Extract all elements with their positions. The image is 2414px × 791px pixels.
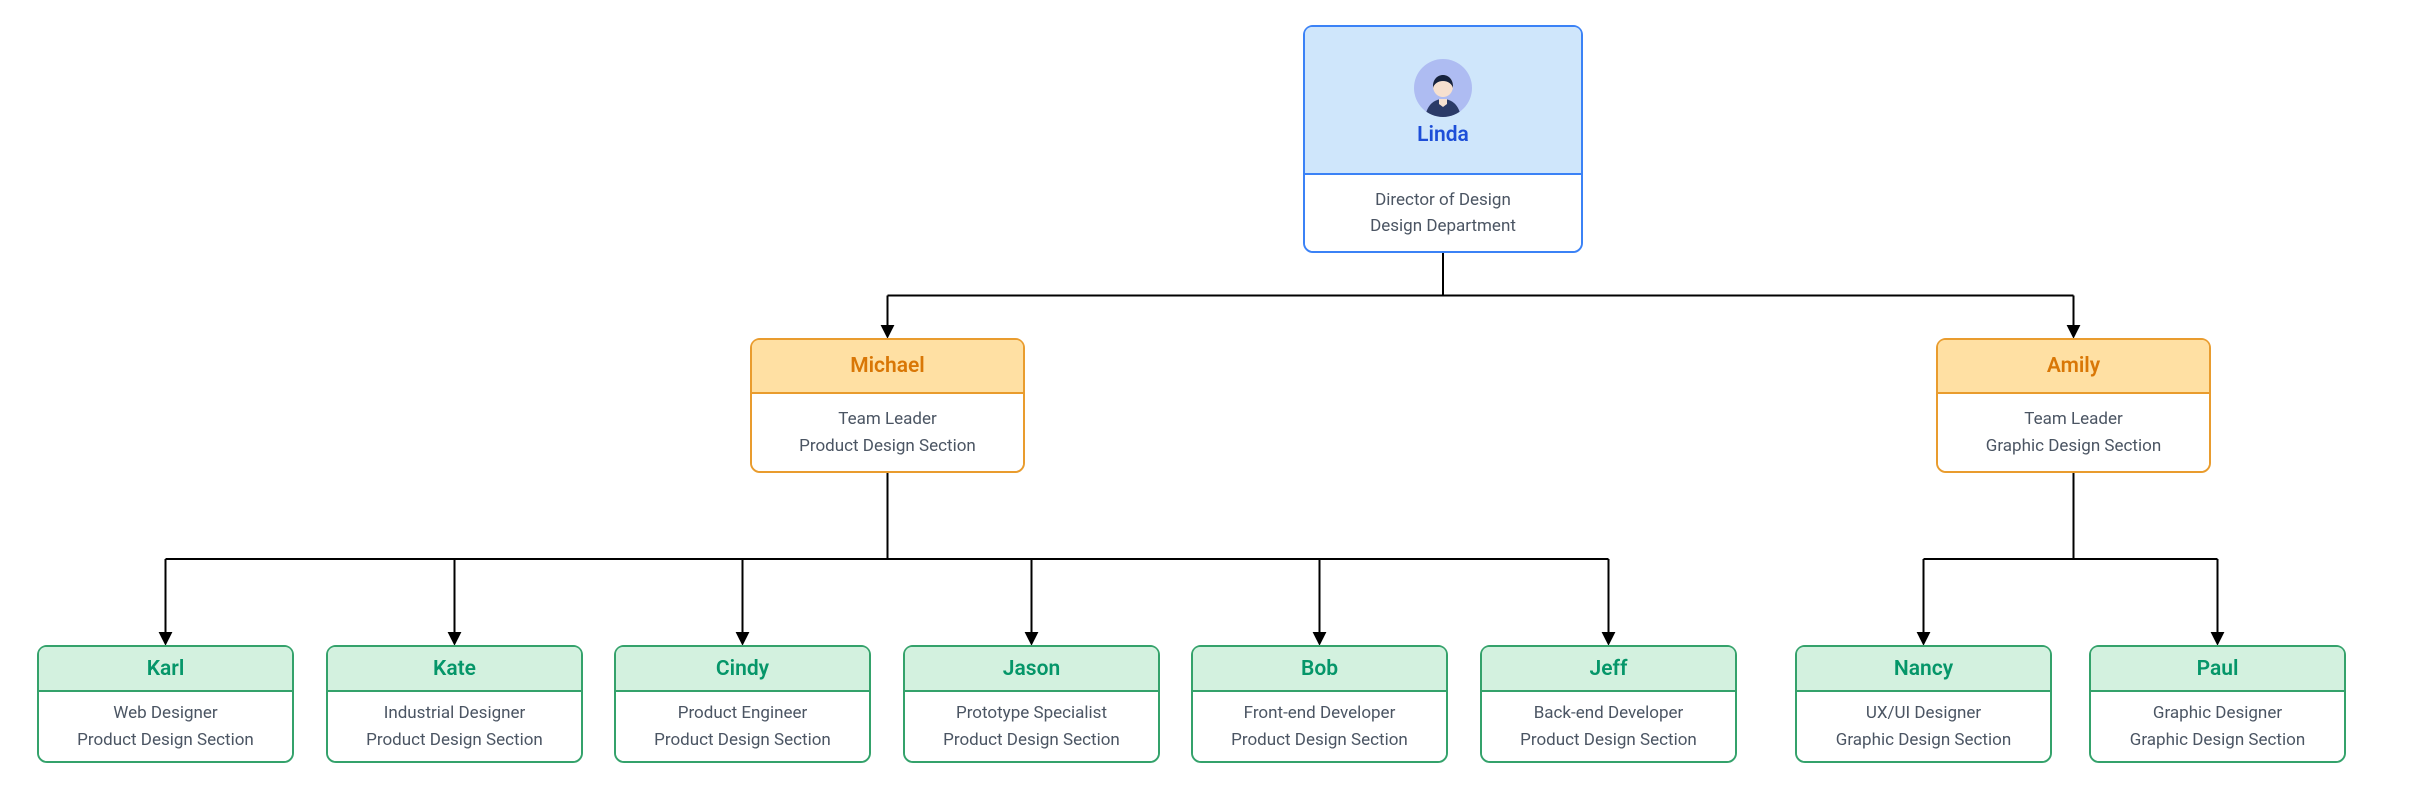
person-name: Nancy <box>1894 657 1953 681</box>
org-chart-canvas: Linda Director of Design Design Departme… <box>0 0 2414 791</box>
person-section: Product Design Section <box>799 433 976 459</box>
org-node-body: Team Leader Product Design Section <box>752 392 1023 471</box>
person-title: Graphic Designer <box>2153 700 2282 726</box>
person-title: Team Leader <box>2024 406 2123 432</box>
person-title: Team Leader <box>838 406 937 432</box>
person-name: Kate <box>433 657 476 681</box>
org-node-header: Linda <box>1305 27 1581 173</box>
avatar-icon <box>1414 59 1472 117</box>
person-name: Cindy <box>716 657 769 681</box>
person-title: Director of Design <box>1375 187 1511 213</box>
org-node-body: Graphic DesignerGraphic Design Section <box>2091 690 2344 761</box>
person-name: Jason <box>1003 657 1060 681</box>
org-node-member: Jason Prototype SpecialistProduct Design… <box>903 645 1160 763</box>
org-node-body: Industrial DesignerProduct Design Sectio… <box>328 690 581 761</box>
person-section: Product Design Section <box>943 727 1120 753</box>
org-node-body: Web DesignerProduct Design Section <box>39 690 292 761</box>
person-name: Jeff <box>1590 657 1628 681</box>
person-name: Karl <box>147 657 185 681</box>
person-section: Graphic Design Section <box>1836 727 2011 753</box>
org-node-member: Paul Graphic DesignerGraphic Design Sect… <box>2089 645 2346 763</box>
person-section: Product Design Section <box>1520 727 1697 753</box>
org-node-header: Jeff <box>1482 647 1735 690</box>
person-title: Prototype Specialist <box>956 700 1107 726</box>
org-node-lead: Michael Team Leader Product Design Secti… <box>750 338 1025 473</box>
org-node-member: Karl Web DesignerProduct Design Section <box>37 645 294 763</box>
org-node-body: Director of Design Design Department <box>1305 173 1581 251</box>
person-section: Graphic Design Section <box>2130 727 2305 753</box>
person-name: Amily <box>2047 354 2100 378</box>
person-section: Graphic Design Section <box>1986 433 2161 459</box>
org-node-header: Nancy <box>1797 647 2050 690</box>
org-node-body: Prototype SpecialistProduct Design Secti… <box>905 690 1158 761</box>
org-node-header: Amily <box>1938 340 2209 392</box>
org-node-member: Cindy Product EngineerProduct Design Sec… <box>614 645 871 763</box>
person-section: Product Design Section <box>654 727 831 753</box>
person-name: Bob <box>1301 657 1338 681</box>
org-node-director: Linda Director of Design Design Departme… <box>1303 25 1583 253</box>
person-section: Design Department <box>1370 213 1516 239</box>
person-section: Product Design Section <box>77 727 254 753</box>
person-title: Back-end Developer <box>1534 700 1684 726</box>
org-node-member: Kate Industrial DesignerProduct Design S… <box>326 645 583 763</box>
org-node-body: Front-end DeveloperProduct Design Sectio… <box>1193 690 1446 761</box>
person-name: Michael <box>850 354 925 378</box>
person-name: Paul <box>2197 657 2239 681</box>
org-node-body: Product EngineerProduct Design Section <box>616 690 869 761</box>
person-title: Front-end Developer <box>1244 700 1396 726</box>
org-node-header: Cindy <box>616 647 869 690</box>
person-title: UX/UI Designer <box>1866 700 1981 726</box>
org-node-lead: Amily Team Leader Graphic Design Section <box>1936 338 2211 473</box>
org-node-header: Jason <box>905 647 1158 690</box>
org-node-header: Karl <box>39 647 292 690</box>
org-node-header: Kate <box>328 647 581 690</box>
org-node-body: Back-end DeveloperProduct Design Section <box>1482 690 1735 761</box>
person-section: Product Design Section <box>366 727 543 753</box>
org-node-header: Michael <box>752 340 1023 392</box>
org-node-member: Nancy UX/UI DesignerGraphic Design Secti… <box>1795 645 2052 763</box>
person-name: Linda <box>1417 123 1469 147</box>
person-title: Product Engineer <box>678 700 808 726</box>
org-node-member: Bob Front-end DeveloperProduct Design Se… <box>1191 645 1448 763</box>
org-node-body: UX/UI DesignerGraphic Design Section <box>1797 690 2050 761</box>
org-node-member: Jeff Back-end DeveloperProduct Design Se… <box>1480 645 1737 763</box>
person-title: Industrial Designer <box>384 700 526 726</box>
person-section: Product Design Section <box>1231 727 1408 753</box>
org-node-body: Team Leader Graphic Design Section <box>1938 392 2209 471</box>
org-node-header: Bob <box>1193 647 1446 690</box>
org-node-header: Paul <box>2091 647 2344 690</box>
person-title: Web Designer <box>113 700 217 726</box>
